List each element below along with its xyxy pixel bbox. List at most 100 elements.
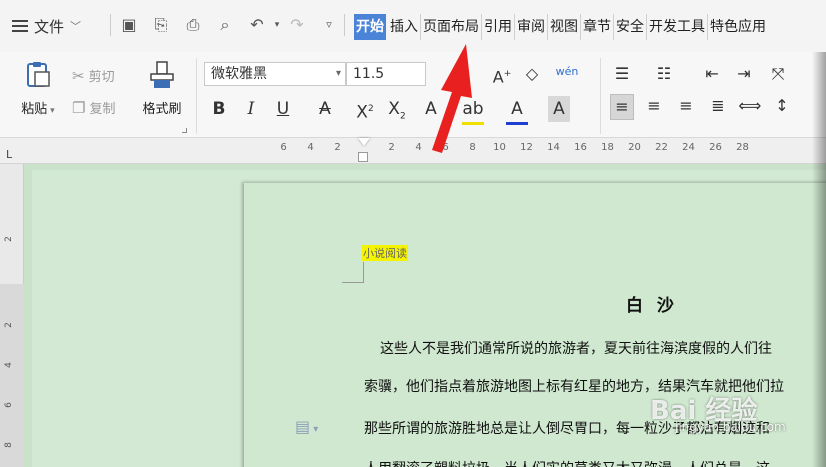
tab-insert[interactable]: 插入 [388, 14, 421, 40]
format-painter-button[interactable]: 格式刷 [136, 60, 188, 117]
ruler-number: 2 [3, 322, 14, 328]
clear-formatting-icon[interactable]: ◇ [520, 62, 544, 86]
numbered-list-icon[interactable]: ☷ [652, 62, 676, 86]
undo-dropdown-icon[interactable]: ▾ [266, 14, 288, 36]
ruler-numbers: 6 4 2 2 4 6 8 10 12 14 16 18 20 22 24 26… [270, 142, 756, 153]
ruler-number: 10 [493, 142, 506, 153]
distributed-align-icon[interactable]: ⟺ [738, 94, 762, 118]
document-paragraph-line[interactable]: 人用翻滚了塑料垃圾，当人们实的草类又太又弥漫，人们总是，这 [364, 458, 770, 467]
decrease-indent-icon[interactable]: ⇤ [700, 62, 724, 86]
line-spacing-icon[interactable]: ↕ [770, 94, 794, 118]
save-icon[interactable]: ▣ [118, 14, 140, 36]
bullet-list-icon[interactable]: ☰ [610, 62, 634, 86]
tab-references[interactable]: 引用 [482, 14, 515, 40]
ruler-number: 20 [628, 142, 641, 153]
ruler-number: 12 [520, 142, 533, 153]
tab-stop-selector[interactable]: L [6, 148, 12, 161]
horizontal-ruler[interactable]: L 6 4 2 2 4 6 8 10 12 14 16 18 20 22 24 … [0, 138, 826, 164]
first-line-indent-marker[interactable] [358, 138, 370, 146]
align-left-icon[interactable]: ≡ [610, 94, 634, 120]
vertical-ruler[interactable]: 2 2 4 6 8 [0, 164, 24, 467]
cut-label: 剪切 [88, 70, 115, 85]
print-icon[interactable]: ⎙ [182, 14, 204, 36]
tab-view[interactable]: 视图 [548, 14, 581, 40]
cut-button[interactable]: ✂ 剪切 [72, 66, 115, 86]
print-preview-icon[interactable]: ⌕ [214, 14, 236, 36]
ruler-margin-shade [0, 284, 24, 467]
copy-button[interactable]: ❐ 复制 [72, 98, 116, 118]
superscript-icon[interactable]: X2 [354, 96, 376, 126]
bold-icon[interactable]: B [208, 96, 230, 122]
increase-font-size-icon[interactable]: A+ [490, 62, 514, 89]
underline-icon[interactable]: U [272, 96, 294, 122]
font-color-icon[interactable]: A [506, 96, 528, 125]
ruler-number: 16 [574, 142, 587, 153]
ruler-number: 8 [469, 142, 476, 153]
tab-special-apps[interactable]: 特色应用 [708, 14, 768, 40]
chevron-down-icon: ▾ [335, 68, 341, 79]
header-margin-guide [363, 262, 364, 282]
italic-icon[interactable]: I [240, 96, 262, 122]
wps-writer-window: 文件 ﹀ ▣ ⎘ ⎙ ⌕ ↶ ▾ ↷ ▿ 开始 插入 页面布局 引用 审阅 视图… [0, 0, 826, 467]
document-paragraph-line[interactable]: 这些人不是我们通常所说的旅游者，夏天前往海滨度假的人们往 [380, 338, 772, 358]
copy-label: 复制 [89, 102, 116, 117]
character-shading-icon[interactable]: A [548, 96, 570, 122]
ruler-number: 18 [601, 142, 614, 153]
ruler-number: 14 [547, 142, 560, 153]
chevron-down-icon: ﹀ [70, 20, 82, 33]
redo-icon[interactable]: ↷ [286, 14, 308, 36]
ruler-number: 4 [415, 142, 422, 153]
justify-icon[interactable]: ≣ [706, 94, 730, 118]
ruler-number: 4 [307, 142, 314, 153]
text-direction-icon[interactable]: ⤧ [766, 62, 790, 86]
undo-icon[interactable]: ↶ [246, 14, 268, 36]
group-divider [600, 58, 601, 134]
align-center-icon[interactable]: ≡ [642, 94, 666, 118]
group-divider [196, 58, 197, 134]
window-edge-shadow [812, 52, 826, 467]
phonetic-guide-label: wén [555, 65, 579, 78]
text-effect-icon[interactable]: A [420, 96, 442, 122]
file-menu-label: 文件 [34, 17, 65, 36]
tab-home[interactable]: 开始 [354, 14, 386, 40]
file-menu-button[interactable]: 文件 ﹀ [12, 12, 81, 40]
menu-bar: 文件 ﹀ ▣ ⎘ ⎙ ⌕ ↶ ▾ ↷ ▿ 开始 插入 页面布局 引用 审阅 视图… [0, 0, 826, 52]
clipboard-dialog-launcher[interactable] [182, 128, 187, 133]
tab-developer-tools[interactable]: 开发工具 [647, 14, 708, 40]
header-margin-guide [342, 282, 364, 283]
toolbar-divider [110, 14, 111, 36]
font-name-value: 微软雅黑 [211, 66, 267, 82]
ruler-number: 6 [3, 402, 14, 408]
tab-chapter[interactable]: 章节 [581, 14, 614, 40]
tab-security[interactable]: 安全 [614, 14, 647, 40]
ruler-number: 2 [334, 142, 341, 153]
document-title[interactable]: 白 沙 [626, 291, 678, 316]
subscript-icon[interactable]: X2 [386, 96, 408, 129]
phonetic-guide-icon[interactable]: wén [554, 60, 580, 84]
ruler-number: 2 [3, 236, 14, 242]
font-size-select[interactable]: 11.5 [346, 62, 426, 86]
font-name-select[interactable]: 微软雅黑 ▾ [204, 62, 346, 86]
ruler-number: 28 [736, 142, 749, 153]
hamburger-icon [12, 20, 28, 32]
highlight-color-icon[interactable]: ab [462, 96, 484, 125]
tab-review[interactable]: 审阅 [515, 14, 548, 40]
paragraph-layout-icon[interactable]: ▤ ▾ [295, 417, 318, 436]
scissors-icon: ✂ [72, 66, 85, 85]
align-right-icon[interactable]: ≡ [674, 94, 698, 118]
strikethrough-icon[interactable]: A [314, 96, 336, 122]
page-header-text[interactable]: 小说阅读 [362, 245, 408, 261]
paste-icon [27, 62, 50, 87]
export-pdf-icon[interactable]: ⎘ [150, 14, 172, 36]
left-indent-marker[interactable] [358, 152, 368, 162]
paste-button[interactable]: 粘贴 ▾ [14, 60, 62, 117]
ruler-number: 8 [3, 442, 14, 448]
toolbar-divider [344, 14, 345, 36]
copy-icon: ❐ [72, 98, 86, 117]
increase-indent-icon[interactable]: ⇥ [732, 62, 756, 86]
tab-page-layout[interactable]: 页面布局 [421, 14, 482, 40]
customize-quick-access-icon[interactable]: ▿ [318, 14, 340, 36]
ribbon-tabs: 开始 插入 页面布局 引用 审阅 视图 章节 安全 开发工具 特色应用 [354, 14, 768, 40]
ruler-number: 2 [388, 142, 395, 153]
ruler-number: 6 [280, 142, 287, 153]
